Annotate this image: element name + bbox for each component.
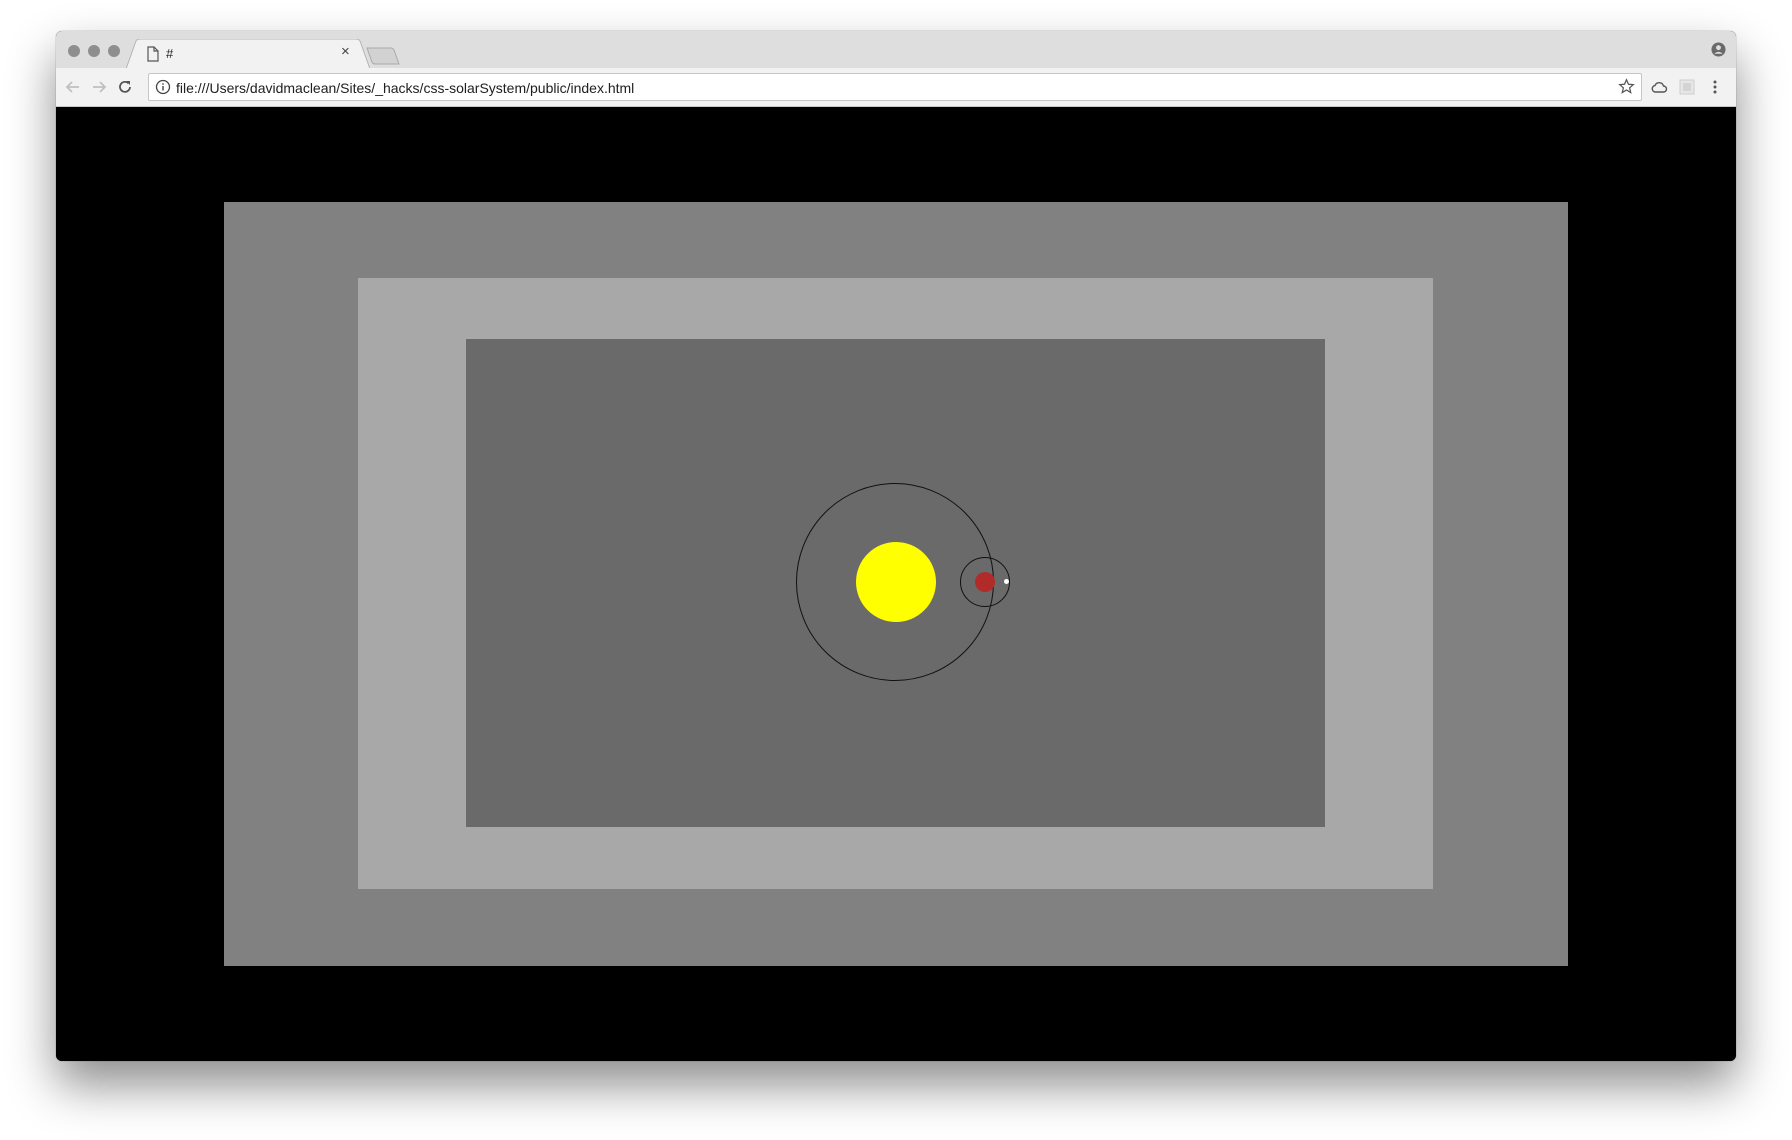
extension-icon[interactable] (1678, 78, 1696, 96)
new-tab-button[interactable] (366, 47, 400, 65)
star-icon[interactable] (1618, 78, 1635, 95)
profile-icon[interactable] (1711, 42, 1726, 57)
browser-tab[interactable] (126, 39, 370, 69)
info-icon[interactable] (155, 79, 171, 95)
planet (975, 572, 995, 592)
address-bar[interactable]: file:///Users/davidmaclean/Sites/_hacks/… (148, 73, 1642, 101)
back-arrow-icon[interactable] (64, 78, 82, 96)
toolbar: file:///Users/davidmaclean/Sites/_hacks/… (56, 68, 1736, 107)
browser-window: # × file:///Users/davidmaclean/Sites/_ha… (56, 31, 1736, 1061)
zoom-window-button[interactable] (108, 45, 120, 57)
forward-arrow-icon[interactable] (90, 78, 108, 96)
minimize-window-button[interactable] (88, 45, 100, 57)
url-text[interactable]: file:///Users/davidmaclean/Sites/_hacks/… (176, 80, 634, 96)
tab-title: # (166, 46, 174, 61)
tab-close-icon[interactable]: × (341, 44, 350, 60)
menu-icon[interactable] (1706, 78, 1724, 96)
title-bar: # × (56, 31, 1736, 69)
moon (1004, 579, 1009, 584)
reload-icon[interactable] (116, 78, 134, 96)
page-viewport (56, 107, 1736, 1061)
close-window-button[interactable] (68, 45, 80, 57)
document-icon (147, 46, 159, 62)
cloud-icon[interactable] (1650, 78, 1668, 96)
sun (856, 542, 936, 622)
